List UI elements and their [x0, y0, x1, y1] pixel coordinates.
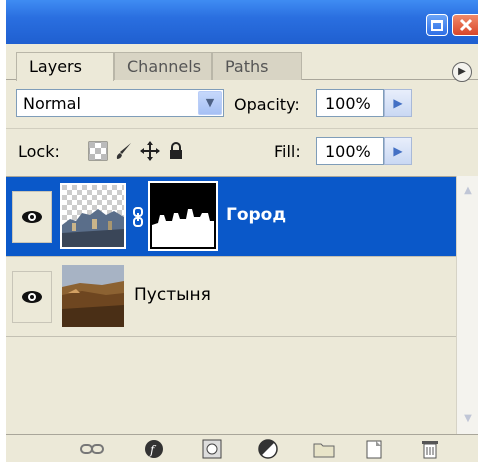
opacity-input[interactable]: 100% [316, 89, 384, 117]
visibility-toggle[interactable] [12, 271, 52, 323]
layer-style-icon[interactable]: f [142, 439, 166, 459]
scroll-up-icon[interactable]: ▲ [459, 182, 477, 200]
menu-arrow-icon: ▶ [458, 66, 466, 77]
opacity-slider-button[interactable]: ▶ [384, 89, 412, 117]
lock-fill-row: Lock: Fill: 100% ▶ [6, 128, 478, 172]
scroll-down-icon[interactable]: ▼ [459, 410, 477, 428]
lock-all-icon[interactable] [166, 141, 186, 161]
lock-label: Lock: [18, 142, 60, 161]
blend-mode-value: Normal [23, 94, 81, 113]
adjustment-layer-icon[interactable] [256, 439, 280, 459]
tab-layers[interactable]: Layers [16, 52, 114, 81]
fill-label: Fill: [274, 142, 301, 161]
blend-mode-select[interactable]: Normal ▼ [16, 89, 224, 117]
close-icon [459, 18, 472, 32]
layer-row[interactable]: Пустыня [6, 257, 456, 337]
visibility-toggle[interactable] [12, 191, 52, 243]
link-layers-icon[interactable] [80, 439, 104, 459]
add-mask-icon[interactable] [200, 439, 224, 459]
lock-move-icon[interactable] [140, 141, 160, 161]
layer-name[interactable]: Город [226, 205, 286, 225]
eye-icon [22, 211, 42, 223]
fill-input[interactable]: 100% [316, 137, 384, 165]
panel-menu-button[interactable]: ▶ [452, 62, 472, 82]
layer-thumbnail[interactable] [60, 263, 126, 329]
desert-thumbnail-image [62, 265, 124, 327]
play-arrow-icon: ▶ [393, 96, 403, 110]
layer-mask-thumbnail[interactable] [148, 181, 218, 251]
play-arrow-icon: ▶ [393, 144, 403, 158]
layer-thumbnail[interactable] [60, 183, 126, 249]
fill-slider-button[interactable]: ▶ [384, 137, 412, 165]
tab-paths[interactable]: Paths [212, 52, 302, 80]
panel-titlebar [6, 0, 478, 44]
lock-brush-icon[interactable] [114, 141, 134, 161]
tab-row: Layers Channels Paths ▶ [6, 44, 478, 82]
mask-link-icon[interactable] [132, 207, 144, 227]
tab-channels[interactable]: Channels [114, 52, 212, 80]
new-layer-icon[interactable] [362, 439, 386, 459]
new-group-icon[interactable] [312, 439, 336, 459]
layers-list: Город Пустыня [6, 176, 456, 434]
opacity-label: Opacity: [234, 95, 300, 114]
chevron-down-icon[interactable]: ▼ [198, 91, 222, 115]
blend-opacity-row: Normal ▼ Opacity: 100% ▶ [6, 80, 478, 124]
city-thumbnail-image [62, 185, 124, 247]
layers-panel: Layers Channels Paths ▶ Normal ▼ Opacity… [6, 0, 478, 462]
delete-layer-icon[interactable] [418, 439, 442, 459]
lock-transparent-icon[interactable] [88, 141, 108, 161]
close-button[interactable] [452, 14, 478, 36]
layer-name[interactable]: Пустыня [134, 285, 211, 305]
layer-row[interactable]: Город [6, 177, 456, 257]
layers-scrollbar[interactable]: ▲ ▼ [456, 176, 478, 434]
eye-icon [22, 291, 42, 303]
mask-image [152, 185, 214, 247]
minimize-button[interactable] [426, 14, 448, 36]
layers-toolbar: f [6, 434, 478, 462]
